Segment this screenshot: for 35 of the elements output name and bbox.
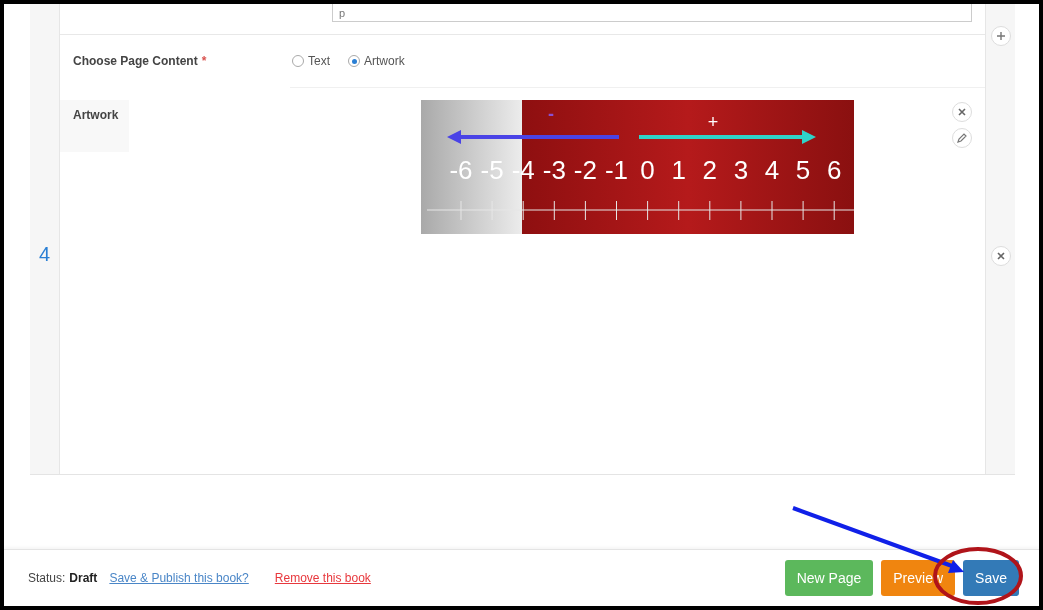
remove-button[interactable] — [952, 102, 972, 122]
radio-option[interactable]: Text — [292, 54, 330, 68]
plus-icon — [996, 32, 1005, 40]
number-label: -2 — [573, 155, 597, 185]
footer-button[interactable]: Save — [963, 560, 1019, 596]
pencil-icon — [957, 133, 967, 143]
close-icon — [996, 252, 1005, 260]
radio-button[interactable] — [292, 55, 304, 67]
remove-button[interactable] — [990, 246, 1011, 266]
number-label: 5 — [795, 155, 811, 185]
number-label: 6 — [826, 155, 842, 185]
input-field[interactable]: p — [332, 4, 972, 22]
field-label: Artwork — [60, 100, 129, 152]
edit-button[interactable] — [952, 128, 972, 148]
add-button[interactable] — [990, 26, 1011, 46]
number-label: 3 — [733, 155, 749, 185]
page-number: 4 — [38, 242, 51, 266]
number-label: 0 — [640, 155, 655, 185]
number-label: 2 — [702, 155, 718, 185]
plus-sign: + — [707, 112, 719, 132]
close-icon — [958, 108, 966, 116]
status-value: Draft — [69, 571, 98, 585]
footer-button[interactable]: New Page — [784, 560, 874, 596]
radio-option[interactable]: Artwork — [348, 54, 405, 68]
number-label: -6 — [449, 155, 473, 185]
field-label: Choose Page Content * — [72, 54, 208, 68]
minus-sign: - — [548, 104, 554, 124]
number-label: -3 — [542, 155, 566, 185]
footer-link[interactable]: Save & Publish this book? — [109, 571, 249, 585]
status-label: Status: — [28, 571, 66, 585]
number-label: -1 — [604, 155, 629, 185]
number-label: 1 — [671, 155, 686, 185]
radio-button[interactable] — [348, 55, 360, 67]
footer-link[interactable]: Remove this book — [274, 571, 371, 585]
number-label: 4 — [764, 155, 780, 185]
